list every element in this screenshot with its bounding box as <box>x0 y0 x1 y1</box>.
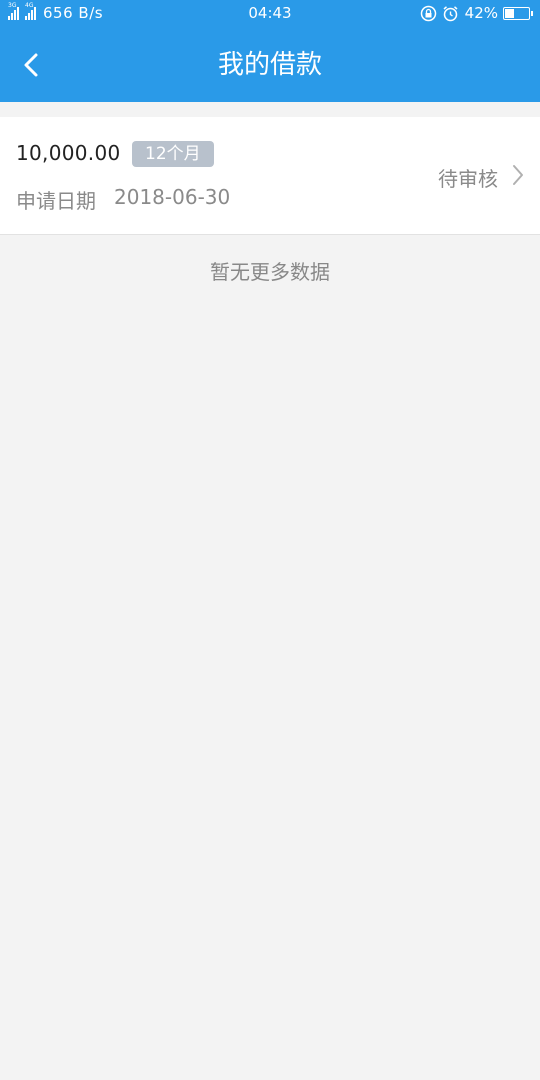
status-right: 42% <box>415 4 533 22</box>
no-more-data-text: 暂无更多数据 <box>210 260 330 284</box>
apply-date-label: 申请日期 <box>16 189 96 213</box>
rotation-lock-icon <box>420 5 437 22</box>
page-title: 我的借款 <box>217 50 322 80</box>
nav-bar: 我的借款 <box>0 28 540 102</box>
loan-term-badge: 12个月 <box>132 141 214 167</box>
loan-list-item[interactable]: 10,000.00 12个月 申请日期 2018-06-30 待审核 <box>0 117 540 235</box>
loan-amount: 10,000.00 <box>16 141 121 165</box>
status-bar: 3G 4G 656 B/s 04:43 42% <box>0 0 540 28</box>
battery-fill <box>505 8 514 18</box>
battery-icon <box>503 6 533 20</box>
loan-status: 待审核 <box>438 167 498 191</box>
alarm-icon <box>442 5 459 22</box>
apply-date-value: 2018-06-30 <box>114 185 231 209</box>
chevron-right-icon <box>513 165 523 185</box>
battery-percent: 42% <box>464 4 498 22</box>
